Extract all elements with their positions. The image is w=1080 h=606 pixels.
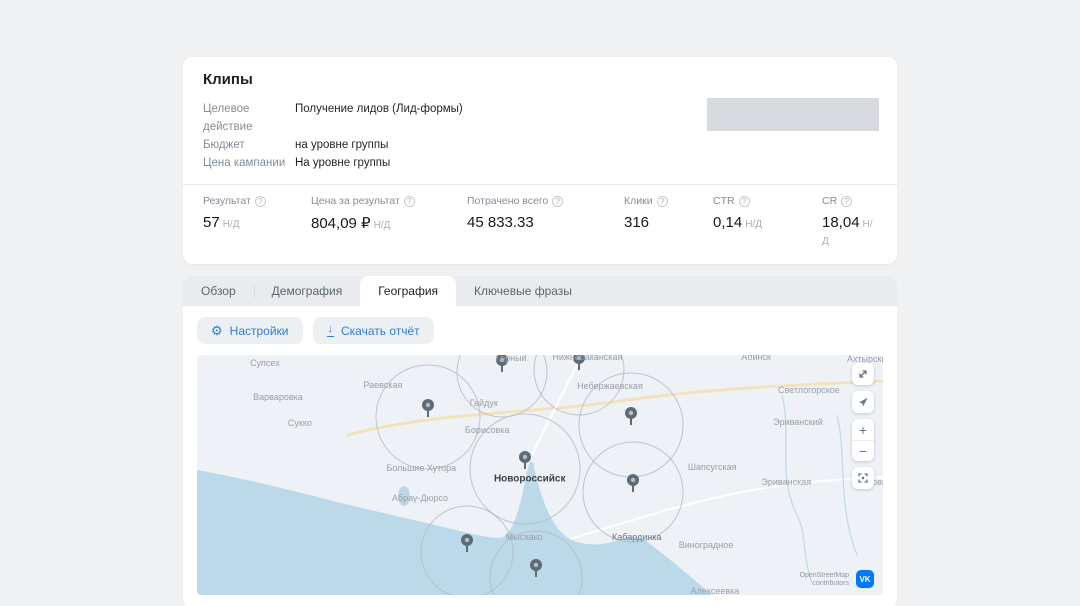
settings-button-label: Настройки xyxy=(230,324,289,338)
stat-label-text: Потрачено всего xyxy=(467,195,548,207)
locate-button[interactable] xyxy=(852,391,874,413)
map-pin[interactable] xyxy=(627,474,639,492)
tab-key-phrases[interactable]: Ключевые фразы xyxy=(456,276,590,306)
detail-label: Целевое действие xyxy=(203,100,295,136)
detail-value: На уровне группы xyxy=(295,154,390,172)
detail-label: Бюджет xyxy=(203,136,295,154)
stat-value-text: 804,09 ₽ xyxy=(311,215,371,232)
download-report-button[interactable]: ↓ Скачать отчёт xyxy=(313,317,434,344)
location-arrow-icon xyxy=(857,396,869,408)
detail-label: Цена кампании xyxy=(203,154,295,172)
content-column: Клипы Целевое действие Получение лидов (… xyxy=(183,57,897,606)
detail-value: Получение лидов (Лид-формы) xyxy=(295,100,463,136)
map-pin[interactable] xyxy=(573,355,585,370)
vk-logo[interactable]: VK xyxy=(856,570,874,588)
expand-icon xyxy=(857,368,869,380)
download-button-label: Скачать отчёт xyxy=(341,324,420,338)
zoom-in-button[interactable]: + xyxy=(852,419,874,440)
tab-overview[interactable]: Обзор xyxy=(183,276,254,306)
stat-cr: CR? 18,04Н/Д xyxy=(822,195,877,248)
info-icon[interactable]: ? xyxy=(552,196,563,207)
stat-label-text: Результат xyxy=(203,195,251,207)
stat-label-text: CR xyxy=(822,195,837,207)
info-icon[interactable]: ? xyxy=(841,196,852,207)
download-icon: ↓ xyxy=(327,324,335,337)
center-map-button[interactable] xyxy=(852,467,874,489)
detail-value: на уровне группы xyxy=(295,136,388,154)
stat-label-text: Клики xyxy=(624,195,653,207)
detail-row-campaign-price: Цена кампании На уровне группы xyxy=(203,154,877,172)
stats-row: Результат? 57Н/Д Цена за результат? 804,… xyxy=(203,195,877,248)
stat-value-text: 0,14 xyxy=(713,214,742,231)
map-pin[interactable] xyxy=(422,399,434,417)
info-icon[interactable]: ? xyxy=(739,196,750,207)
settings-button[interactable]: ⚙ Настройки xyxy=(197,317,303,344)
redacted-block xyxy=(707,98,879,131)
fullscreen-button[interactable] xyxy=(852,363,874,385)
stat-ctr: CTR? 0,14Н/Д xyxy=(713,195,822,248)
stat-label-text: Цена за результат xyxy=(311,195,400,207)
info-icon[interactable]: ? xyxy=(404,196,415,207)
stat-label-text: CTR xyxy=(713,195,735,207)
map-pin[interactable] xyxy=(519,451,531,469)
stat-result: Результат? 57Н/Д xyxy=(203,195,311,248)
zoom-out-button[interactable]: − xyxy=(852,440,874,461)
tab-demography[interactable]: Демография xyxy=(254,276,361,306)
map-pin[interactable] xyxy=(530,559,542,577)
stat-value-text: 57 xyxy=(203,214,220,231)
campaign-summary-card: Клипы Целевое действие Получение лидов (… xyxy=(183,57,897,264)
stat-cost-per-result: Цена за результат? 804,09 ₽Н/Д xyxy=(311,195,467,248)
stat-value-text: 18,04 xyxy=(822,214,860,231)
page-title: Клипы xyxy=(203,71,877,88)
stat-total-spent: Потрачено всего? 45 833.33 xyxy=(467,195,624,248)
tab-geography[interactable]: География xyxy=(360,276,456,306)
stat-suffix: Н/Д xyxy=(374,220,391,231)
stat-clicks: Клики? 316 xyxy=(624,195,713,248)
stats-divider xyxy=(183,184,897,185)
detail-row-budget: Бюджет на уровне группы xyxy=(203,136,877,154)
toolbar: ⚙ Настройки ↓ Скачать отчёт xyxy=(197,317,883,344)
page-background: Клипы Целевое действие Получение лидов (… xyxy=(0,0,1080,606)
stat-value-text: 45 833.33 xyxy=(467,214,534,231)
stat-value-text: 316 xyxy=(624,214,649,231)
map-pin[interactable] xyxy=(461,534,473,552)
gear-icon: ⚙ xyxy=(211,324,223,337)
map[interactable]: СупсехВарваровкаСуккоРаевскаяГайдукБорис… xyxy=(197,355,883,595)
info-icon[interactable]: ? xyxy=(255,196,266,207)
stat-suffix: Н/Д xyxy=(745,219,762,230)
map-pin[interactable] xyxy=(496,355,508,372)
zoom-controls: + − xyxy=(852,419,874,461)
map-overlay-svg xyxy=(197,355,883,595)
tab-bar: Обзор Демография География Ключевые фраз… xyxy=(183,276,897,306)
stat-suffix: Н/Д xyxy=(223,219,240,230)
crosshair-icon xyxy=(857,472,869,484)
info-icon[interactable]: ? xyxy=(657,196,668,207)
map-attribution[interactable]: OpenStreetMap contributors xyxy=(800,572,849,588)
map-pin[interactable] xyxy=(625,407,637,425)
map-controls: + − xyxy=(852,363,874,489)
content-panel: ⚙ Настройки ↓ Скачать отчёт xyxy=(183,306,897,606)
